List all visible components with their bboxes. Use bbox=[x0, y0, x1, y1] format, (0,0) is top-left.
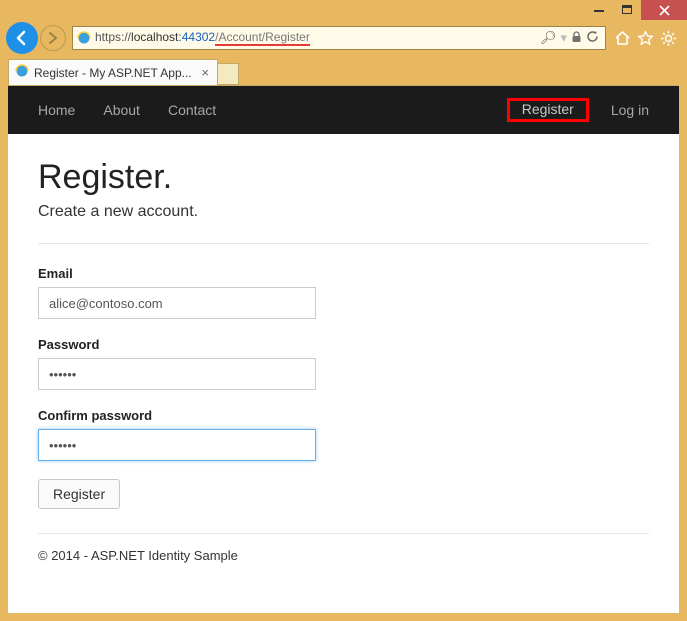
settings-icon[interactable] bbox=[660, 30, 677, 47]
email-field[interactable] bbox=[38, 287, 316, 319]
divider bbox=[38, 243, 649, 244]
page-viewport: Home About Contact Register Log in Regis… bbox=[8, 85, 679, 613]
ie-logo-icon bbox=[77, 31, 91, 45]
annotation-highlight: Register bbox=[507, 98, 589, 122]
nav-forward-button[interactable] bbox=[40, 25, 66, 51]
nav-login[interactable]: Log in bbox=[611, 102, 649, 118]
close-icon bbox=[659, 5, 670, 16]
tab-close-button[interactable]: × bbox=[199, 65, 211, 80]
site-navbar: Home About Contact Register Log in bbox=[8, 86, 679, 134]
window-titlebar bbox=[0, 0, 687, 20]
nav-home[interactable]: Home bbox=[38, 102, 75, 118]
minimize-icon bbox=[594, 5, 604, 15]
footer-divider bbox=[38, 533, 649, 534]
page-title: Register. bbox=[38, 158, 649, 197]
email-label: Email bbox=[38, 266, 649, 281]
browser-tab[interactable]: Register - My ASP.NET App... × bbox=[8, 59, 218, 85]
browser-tabs: Register - My ASP.NET App... × bbox=[0, 56, 687, 85]
nav-about[interactable]: About bbox=[103, 102, 140, 118]
search-icon[interactable]: 🔍︎ bbox=[540, 30, 557, 46]
favorites-icon[interactable] bbox=[637, 30, 654, 46]
maximize-icon bbox=[622, 5, 632, 15]
page-subtitle: Create a new account. bbox=[38, 203, 649, 221]
confirm-password-field[interactable] bbox=[38, 429, 316, 461]
lock-icon[interactable] bbox=[571, 31, 582, 46]
arrow-right-icon bbox=[46, 31, 60, 45]
nav-register[interactable]: Register bbox=[510, 96, 586, 122]
page-content: Register. Create a new account. Email Pa… bbox=[8, 134, 679, 581]
window-minimize-button[interactable] bbox=[585, 0, 613, 20]
footer-text: © 2014 - ASP.NET Identity Sample bbox=[38, 548, 649, 563]
nav-contact[interactable]: Contact bbox=[168, 102, 216, 118]
window-maximize-button[interactable] bbox=[613, 0, 641, 20]
tab-title: Register - My ASP.NET App... bbox=[34, 66, 199, 80]
window-close-button[interactable] bbox=[641, 0, 687, 20]
refresh-icon[interactable] bbox=[586, 30, 599, 46]
address-url: https://localhost:44302/Account/Register bbox=[91, 30, 538, 46]
arrow-left-icon bbox=[13, 29, 31, 47]
home-icon[interactable] bbox=[614, 30, 631, 46]
password-field[interactable] bbox=[38, 358, 316, 390]
password-label: Password bbox=[38, 337, 649, 352]
address-bar[interactable]: https://localhost:44302/Account/Register… bbox=[72, 26, 606, 50]
ie-favicon-icon bbox=[15, 64, 29, 81]
confirm-password-label: Confirm password bbox=[38, 408, 649, 423]
register-button[interactable]: Register bbox=[38, 479, 120, 509]
browser-nav-row: https://localhost:44302/Account/Register… bbox=[0, 20, 687, 56]
new-tab-button[interactable] bbox=[217, 63, 239, 85]
nav-back-button[interactable] bbox=[6, 22, 38, 54]
